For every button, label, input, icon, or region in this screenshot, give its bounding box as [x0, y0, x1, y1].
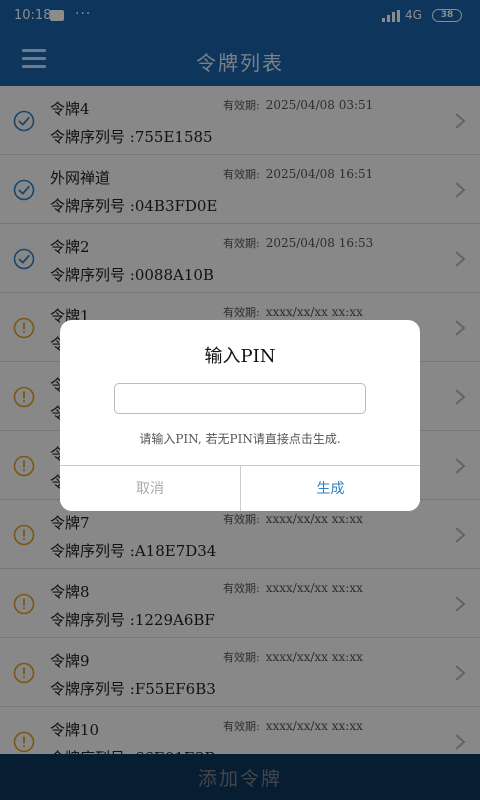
cancel-button[interactable]: 取消 — [60, 466, 240, 511]
dialog-title: 输入PIN — [204, 346, 276, 367]
pin-input[interactable] — [114, 383, 366, 414]
dialog-hint: 请输入PIN, 若无PIN请直接点击生成. — [139, 432, 341, 446]
dialog-actions: 取消 生成 — [60, 465, 420, 511]
generate-button[interactable]: 生成 — [240, 466, 420, 511]
pin-dialog: 输入PIN 请输入PIN, 若无PIN请直接点击生成. 取消 生成 — [60, 320, 420, 511]
